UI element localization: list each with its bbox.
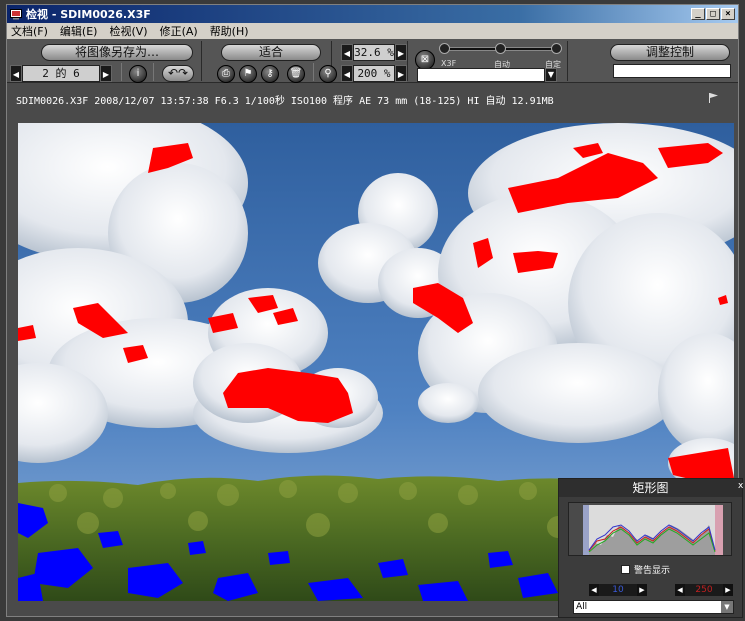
adjust-controls-button[interactable]: 调整控制 [610, 44, 730, 61]
toolbar: 将图像另存为… 适合 ◀ 32.6 % ▶ ⊠ X3F 自动 自定 调整控制 ◀… [7, 39, 738, 83]
adjust-name-field[interactable] [613, 64, 731, 78]
info-bar: SDIM0026.X3F 2008/12/07 13:57:38 F6.3 1/… [7, 83, 738, 115]
high-decrease-icon[interactable]: ◀ [675, 584, 685, 596]
info-icon[interactable]: i [129, 65, 147, 83]
trash-icon[interactable]: 🗑 [287, 65, 305, 83]
toolbar-divider [567, 41, 568, 81]
slider-label-x3f: X3F [441, 59, 457, 68]
minimize-button[interactable]: _ [691, 8, 705, 20]
zoom-spinner: ◀ 32.6 % ▶ [341, 44, 407, 61]
save-image-as-button[interactable]: 将图像另存为… [41, 44, 193, 61]
menu-view[interactable]: 检视(V) [109, 23, 147, 39]
low-decrease-icon[interactable]: ◀ [589, 584, 599, 596]
x3f-mode-icon[interactable]: ⊠ [415, 50, 435, 70]
page-spinner: ◀ 2 的 6 ▶ [10, 65, 112, 82]
high-increase-icon[interactable]: ▶ [723, 584, 733, 596]
menu-adjust[interactable]: 修正(A) [160, 23, 198, 39]
histogram-title[interactable]: 矩形图 [559, 479, 742, 497]
channel-select-value: All [576, 602, 588, 612]
zoom2-spinner: ◀ 200 % ▶ [341, 65, 407, 82]
toolbar-divider [407, 41, 408, 81]
zoom2-decrease-icon[interactable]: ◀ [341, 65, 353, 82]
app-icon [10, 9, 22, 20]
next-image-icon[interactable]: ▶ [100, 65, 112, 82]
toolbar-divider [121, 63, 122, 81]
title-bar[interactable]: 检视 - SDIM0026.X3F _ □ × [7, 5, 738, 23]
close-button[interactable]: × [721, 8, 735, 20]
rotate-buttons[interactable]: ↶↷ [162, 65, 194, 82]
shadow-range-marker [583, 505, 589, 555]
zoom2-value[interactable]: 200 % [353, 65, 395, 82]
zoom2-increase-icon[interactable]: ▶ [395, 65, 407, 82]
maximize-button[interactable]: □ [706, 8, 720, 20]
slider-knob-x3f[interactable] [439, 43, 450, 54]
fit-button[interactable]: 适合 [221, 44, 321, 61]
histogram-close-icon[interactable]: x [738, 481, 744, 493]
page-indicator: 2 的 6 [22, 65, 100, 82]
toolbar-divider [313, 63, 314, 81]
zoom-increase-icon[interactable]: ▶ [395, 44, 407, 61]
high-threshold-value[interactable]: 250 [685, 584, 723, 596]
low-increase-icon[interactable]: ▶ [637, 584, 647, 596]
histogram-graph-frame [568, 502, 732, 556]
warning-display-label: 警告显示 [634, 566, 671, 576]
histogram-panel[interactable]: 矩形图 x 警告显示 ◀ 10 ▶ ◀ 250 ▶ All ▼ [558, 478, 743, 618]
menu-help[interactable]: 帮助(H) [210, 23, 249, 39]
rotate-right-icon[interactable]: ↷ [178, 66, 188, 80]
prev-image-icon[interactable]: ◀ [10, 65, 22, 82]
flag-icon[interactable]: ⚑ [239, 65, 257, 83]
menu-edit[interactable]: 编辑(E) [60, 23, 98, 39]
low-threshold-value[interactable]: 10 [599, 584, 637, 596]
preset-select[interactable] [417, 68, 545, 82]
highlight-range-marker [715, 505, 723, 555]
menu-bar: 文档(F) 编辑(E) 检视(V) 修正(A) 帮助(H) [7, 23, 738, 39]
slider-knob-custom[interactable] [551, 43, 562, 54]
print-icon[interactable]: ⎙ [217, 65, 235, 83]
low-threshold-spinner: ◀ 10 ▶ [589, 584, 647, 596]
flag-status-icon [709, 93, 718, 103]
warning-display-checkbox[interactable] [621, 565, 630, 574]
histogram-graph [583, 505, 723, 555]
zoom-decrease-icon[interactable]: ◀ [341, 44, 353, 61]
menu-file[interactable]: 文档(F) [11, 23, 48, 39]
channel-select[interactable]: All ▼ [573, 600, 734, 614]
histogram-chart [583, 505, 723, 555]
window-title: 检视 - SDIM0026.X3F [26, 8, 151, 21]
warning-display-toggle[interactable]: 警告显示 [621, 563, 670, 576]
slider-knob-auto[interactable] [495, 43, 506, 54]
image-info-text: SDIM0026.X3F 2008/12/07 13:57:38 F6.3 1/… [16, 96, 554, 107]
rotate-left-icon[interactable]: ↶ [168, 66, 178, 80]
zoom-value[interactable]: 32.6 % [353, 44, 395, 61]
channel-dropdown-icon[interactable]: ▼ [721, 601, 733, 613]
x3f-auto-custom-slider[interactable] [439, 43, 562, 54]
toolbar-divider [201, 41, 202, 81]
high-threshold-spinner: ◀ 250 ▶ [675, 584, 733, 596]
preset-dropdown-icon[interactable]: ▼ [545, 68, 557, 82]
toolbar-divider [153, 63, 154, 81]
magnifier-icon[interactable]: ⚲ [319, 65, 337, 83]
lock-key-icon[interactable]: ⚷ [261, 65, 279, 83]
